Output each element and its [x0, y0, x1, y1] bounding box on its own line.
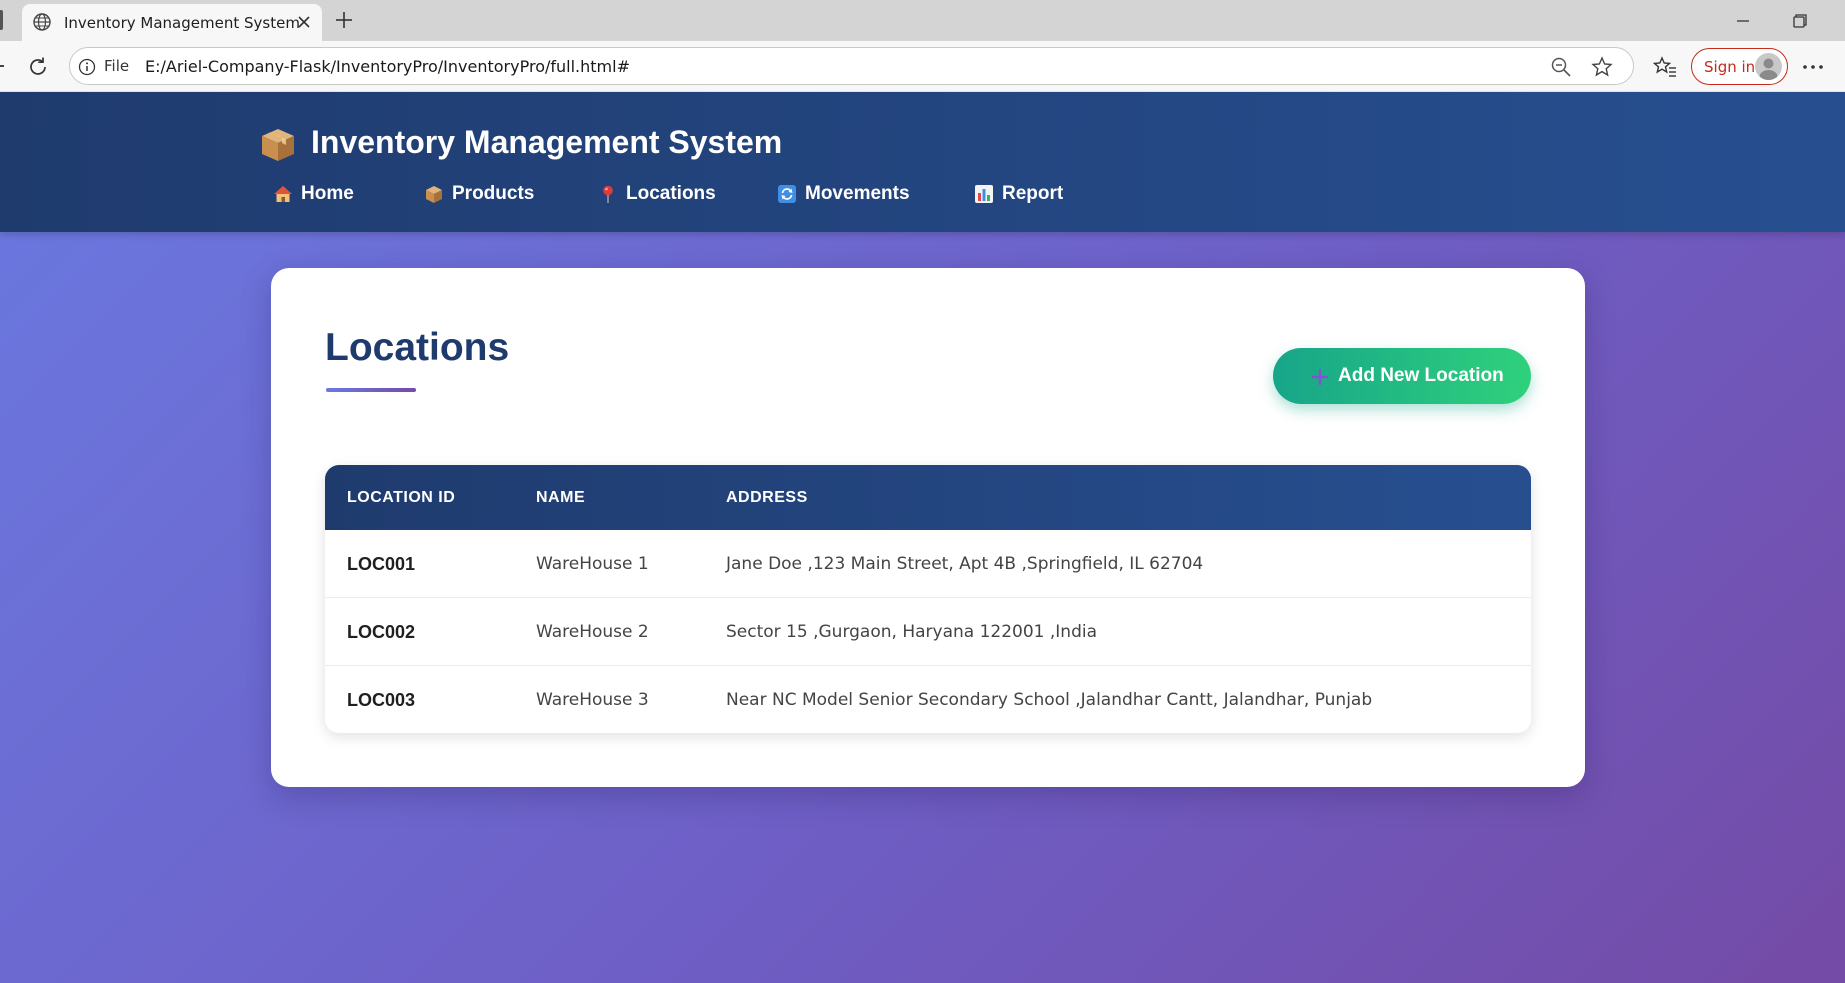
globe-icon — [33, 13, 51, 31]
url-text[interactable]: E:/Ariel-Company-Flask/InventoryPro/Inve… — [145, 57, 630, 76]
nav-report[interactable]: Report — [974, 180, 1063, 208]
table-header: LOCATION ID NAME ADDRESS — [325, 465, 1531, 530]
title-underline — [326, 388, 416, 392]
more-menu-icon[interactable] — [1800, 55, 1826, 79]
favorites-list-icon[interactable] — [1652, 54, 1678, 80]
info-icon[interactable] — [78, 58, 96, 76]
column-header-location-id: LOCATION ID — [347, 489, 456, 506]
location-id-cell: LOC002 — [347, 622, 416, 642]
nav-products[interactable]: Products — [424, 180, 534, 208]
page-title: Locations — [325, 326, 510, 369]
minimize-icon[interactable] — [1730, 8, 1756, 34]
pin-icon — [603, 185, 613, 203]
table-row[interactable]: LOC001 WareHouse 1 Jane Doe ,123 Main St… — [325, 530, 1531, 598]
cycle-arrows-icon — [778, 185, 796, 203]
profile-avatar-icon — [1755, 53, 1782, 80]
location-address-cell: Sector 15 ,Gurgaon, Haryana 122001 ,Indi… — [726, 622, 1098, 642]
location-id-cell: LOC003 — [347, 690, 416, 710]
location-id-cell: LOC001 — [347, 554, 416, 574]
add-new-location-button[interactable]: Add New Location — [1273, 348, 1531, 404]
location-name-cell: WareHouse 3 — [536, 690, 649, 710]
zoom-out-icon[interactable] — [1550, 56, 1572, 78]
add-new-location-label: Add New Location — [1338, 365, 1504, 386]
nav-movements[interactable]: Movements — [777, 180, 910, 208]
site-header: Inventory Management System Home Product… — [0, 92, 1845, 232]
table-row[interactable]: LOC003 WareHouse 3 Near NC Model Senior … — [325, 666, 1531, 733]
column-header-name: NAME — [536, 489, 586, 506]
table-row[interactable]: LOC002 WareHouse 2 Sector 15 ,Gurgaon, H… — [325, 598, 1531, 666]
location-name-cell: WareHouse 1 — [536, 554, 649, 574]
new-tab-plus-icon[interactable] — [332, 8, 356, 32]
location-address-cell: Jane Doe ,123 Main Street, Apt 4B ,Sprin… — [726, 554, 1204, 574]
tab-title: Inventory Management System — [64, 14, 300, 32]
browser-tab-bar: Inventory Management System — [0, 0, 1845, 41]
browser-tab[interactable]: Inventory Management System — [22, 4, 322, 41]
nav-locations[interactable]: Locations — [598, 180, 716, 208]
nav-home[interactable]: Home — [273, 180, 354, 208]
page-viewport: Inventory Management System Home Product… — [0, 92, 1845, 983]
location-address-cell: Near NC Model Senior Secondary School ,J… — [726, 690, 1373, 710]
url-field[interactable]: File E:/Ariel-Company-Flask/InventoryPro… — [69, 47, 1634, 85]
restore-icon[interactable] — [1787, 8, 1813, 34]
previous-tab-edge[interactable] — [0, 10, 3, 30]
locations-table: LOCATION ID NAME ADDRESS LOC001 WareHous… — [325, 465, 1531, 733]
back-arrow-icon[interactable] — [0, 65, 4, 67]
sign-in-label: Sign in — [1704, 58, 1756, 76]
nav-locations-label: Locations — [626, 183, 716, 204]
house-icon — [274, 186, 292, 202]
nav-movements-label: Movements — [805, 183, 910, 204]
package-box-icon — [262, 129, 294, 161]
nav-products-label: Products — [452, 183, 535, 204]
close-icon[interactable] — [294, 12, 314, 32]
reload-icon[interactable] — [26, 55, 50, 79]
nav-report-label: Report — [1002, 183, 1064, 204]
column-header-address: ADDRESS — [726, 489, 808, 506]
site-title: Inventory Management System — [311, 124, 783, 160]
plus-icon — [1312, 369, 1328, 385]
bar-chart-icon — [975, 185, 993, 203]
locations-card: Locations Add New Location LOCATION ID N… — [271, 268, 1585, 787]
location-name-cell: WareHouse 2 — [536, 622, 649, 642]
sign-in-button[interactable]: Sign in — [1691, 48, 1788, 85]
browser-address-bar: File E:/Ariel-Company-Flask/InventoryPro… — [0, 41, 1845, 92]
favorite-star-icon[interactable] — [1590, 55, 1614, 79]
scheme-label: File — [104, 57, 130, 75]
package-icon — [426, 186, 442, 203]
nav-home-label: Home — [301, 183, 354, 204]
